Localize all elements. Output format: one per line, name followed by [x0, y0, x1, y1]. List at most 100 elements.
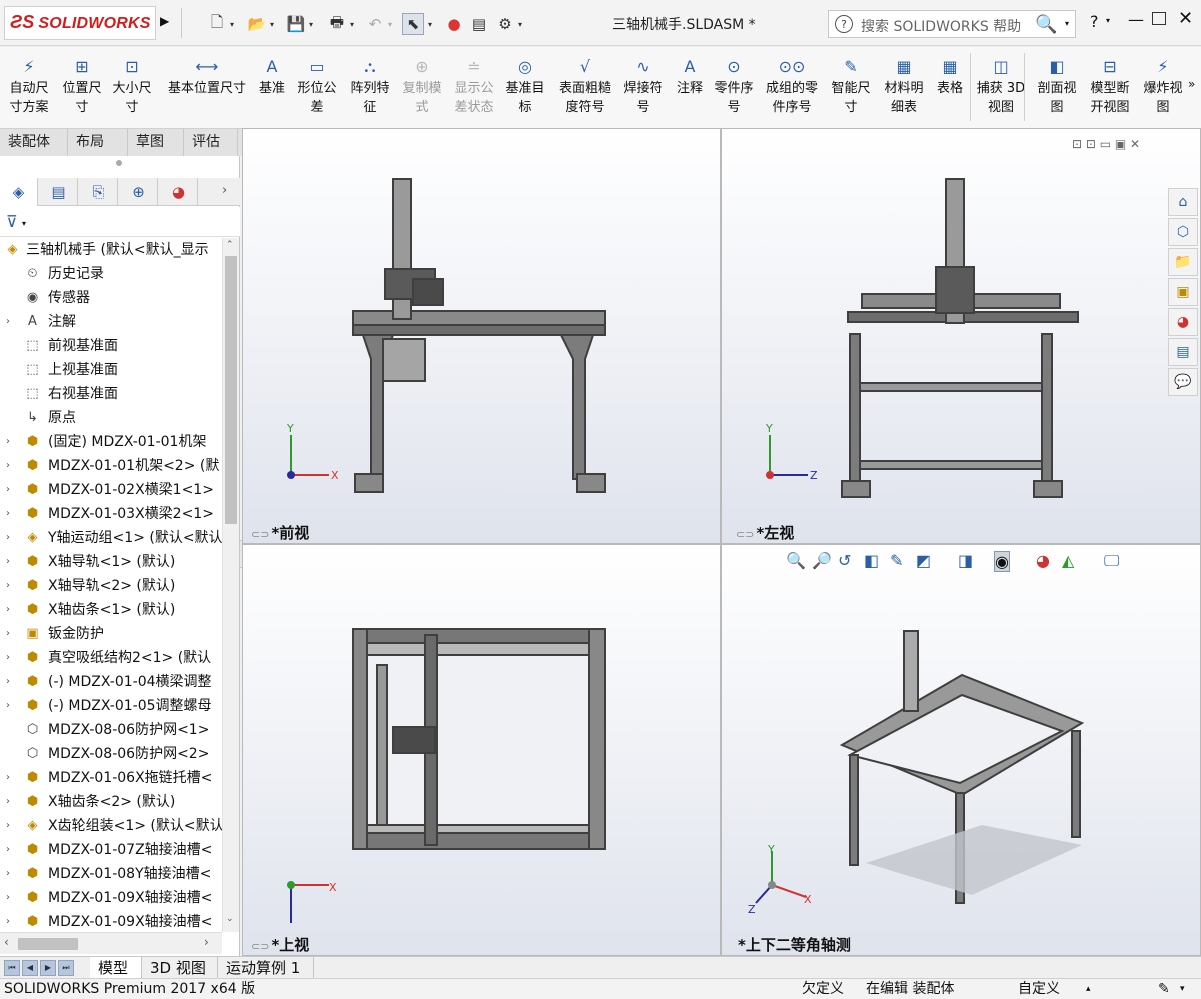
close-icon[interactable]: ✕: [1178, 8, 1193, 29]
expand-chevron-icon[interactable]: ›: [6, 790, 10, 814]
property-manager-tab-icon[interactable]: ▤: [40, 178, 78, 206]
tool-location-dimension[interactable]: ⊞ 位置尺寸: [58, 55, 106, 117]
search-box[interactable]: ? 搜索 SOLIDWORKS 帮助 🔍 ▾: [828, 10, 1076, 38]
tool-balloon[interactable]: ⊙ 零件序号: [710, 55, 758, 117]
search-dropdown-icon[interactable]: ▾: [1065, 19, 1069, 28]
menu-expand-icon[interactable]: ▶: [160, 14, 169, 28]
design-library-icon[interactable]: ⬡: [1168, 218, 1198, 246]
expand-chevron-icon[interactable]: ›: [6, 814, 10, 838]
units-dropdown-icon[interactable]: ▴: [1086, 979, 1091, 999]
save-icon[interactable]: 💾: [285, 13, 307, 35]
forum-icon[interactable]: 💬: [1168, 368, 1198, 396]
viewport-front[interactable]: Y X ⊂⊃ *前视: [242, 128, 721, 544]
expand-chevron-icon[interactable]: ›: [6, 694, 10, 718]
new-dropdown-icon[interactable]: ▾: [230, 13, 238, 35]
expand-chevron-icon[interactable]: ›: [6, 526, 10, 550]
tool-basic-location-dimension[interactable]: ⟷ 基本位置尺寸: [162, 55, 252, 98]
tool-geometric-tolerance[interactable]: ▭ 形位公差: [292, 55, 342, 117]
tree-item[interactable]: › ⬢ X轴齿条<2> (默认): [0, 790, 222, 814]
expand-chevron-icon[interactable]: ›: [6, 502, 10, 526]
expand-chevron-icon[interactable]: ›: [6, 430, 10, 454]
custom-properties-icon[interactable]: ▤: [1168, 338, 1198, 366]
tree-item[interactable]: › ⬢ MDZX-01-06X拖链托槽<: [0, 766, 222, 790]
expand-chevron-icon[interactable]: ›: [6, 670, 10, 694]
tree-item[interactable]: › ⬢ MDZX-01-09X轴接油槽<: [0, 886, 222, 910]
tool-section-view[interactable]: ◧ 剖面视图: [1032, 55, 1082, 117]
expand-chevron-icon[interactable]: ›: [6, 646, 10, 670]
prev-tab-icon[interactable]: ◀: [22, 960, 38, 976]
open-folder-icon[interactable]: 📂: [246, 13, 268, 35]
solidworks-resources-home-icon[interactable]: ⌂: [1168, 188, 1198, 216]
expand-chevron-icon[interactable]: ›: [6, 550, 10, 574]
dimxpert-manager-tab-icon[interactable]: ⊕: [120, 178, 158, 206]
tree-item[interactable]: ↳ 原点: [0, 406, 222, 430]
tree-item[interactable]: › ⬢ (固定) MDZX-01-01机架: [0, 430, 222, 454]
expand-chevron-icon[interactable]: ›: [6, 886, 10, 910]
filter-dropdown-icon[interactable]: ▾: [22, 219, 26, 228]
tab-1[interactable]: 布局: [68, 129, 128, 156]
tree-item[interactable]: › ⬢ X轴导轨<1> (默认): [0, 550, 222, 574]
tree-item[interactable]: › ⬢ 真空吸纸结构2<1> (默认: [0, 646, 222, 670]
tool-pattern-feature[interactable]: ⛬ 阵列特征: [344, 55, 396, 117]
tool-surface-finish[interactable]: √ 表面粗糙 度符号: [554, 55, 616, 117]
status-menu-icon[interactable]: ▾: [1180, 979, 1185, 999]
tool-table[interactable]: ▦ 表格: [932, 55, 968, 98]
configuration-manager-tab-icon[interactable]: ⎘: [80, 178, 118, 206]
link-view-icon[interactable]: ⊂⊃: [251, 528, 269, 541]
expand-chevron-icon[interactable]: ›: [6, 910, 10, 932]
more-tools-icon[interactable]: »: [1188, 77, 1195, 91]
h-scroll-thumb[interactable]: [18, 938, 78, 950]
viewport-left[interactable]: ⊡ ⊡ ▭ ▣ ✕ Y Z ⊂⊃ *左视: [721, 128, 1201, 544]
tree-item[interactable]: › ◈ Y轴运动组<1> (默认<默认: [0, 526, 222, 550]
panel-grip[interactable]: [116, 160, 122, 166]
tool-smart-dimension[interactable]: ✎ 智能尺寸: [826, 55, 876, 117]
tool-note[interactable]: A 注释: [672, 55, 708, 98]
expand-chevron-icon[interactable]: ›: [6, 838, 10, 862]
filter-icon[interactable]: ⊽: [6, 212, 18, 231]
tool-weld-symbol[interactable]: ∿ 焊接符号: [618, 55, 668, 117]
expand-chevron-icon[interactable]: ›: [6, 598, 10, 622]
scroll-down-icon[interactable]: ⌄: [226, 914, 234, 924]
viewport-top[interactable]: X ⊂⊃ *上视: [242, 544, 721, 956]
bottom-tab[interactable]: 模型: [90, 957, 142, 979]
status-units[interactable]: 自定义: [1018, 979, 1060, 999]
tool-auto-dimension[interactable]: ⚡ 自动尺 寸方案: [4, 55, 54, 117]
tool-bom[interactable]: ▦ 材料明 细表: [880, 55, 928, 117]
file-properties-icon[interactable]: ▤: [468, 13, 490, 35]
select-dropdown-icon[interactable]: ▾: [428, 13, 436, 35]
viewport-iso[interactable]: 🔍 🔎 ↺ ◧ ✎ ◩ ◨ ◉ ◕ ◭ 🖵 Y X Z *上下二等角轴测: [721, 544, 1201, 956]
display-manager-tab-icon[interactable]: ◕: [160, 178, 198, 206]
tree-item[interactable]: › ▣ 钣金防护: [0, 622, 222, 646]
tool-show-tolerance-status[interactable]: ≐ 显示公 差状态: [450, 55, 498, 117]
more-tabs-chevron-icon[interactable]: ›: [222, 183, 227, 198]
scroll-left-icon[interactable]: ‹: [4, 935, 9, 949]
tree-item[interactable]: ⬚ 右视基准面: [0, 382, 222, 406]
tree-item[interactable]: › ⬢ MDZX-01-09X轴接油槽<: [0, 910, 222, 932]
next-tab-icon[interactable]: ▶: [40, 960, 56, 976]
help-button[interactable]: ?: [1090, 12, 1099, 31]
tab-2[interactable]: 草图: [128, 129, 184, 156]
feature-manager-tab-icon[interactable]: ◈: [0, 178, 38, 206]
help-dropdown-icon[interactable]: ▾: [1106, 16, 1110, 25]
save-dropdown-icon[interactable]: ▾: [309, 13, 317, 35]
expand-chevron-icon[interactable]: ›: [6, 574, 10, 598]
tool-copy-scheme[interactable]: ⊕ 复制模式: [398, 55, 446, 117]
maximize-icon[interactable]: [1152, 12, 1166, 25]
tree-item[interactable]: › ⬢ X轴齿条<1> (默认): [0, 598, 222, 622]
bottom-tab[interactable]: 运动算例 1: [218, 957, 314, 979]
appearances-icon[interactable]: ◕: [1168, 308, 1198, 336]
tree-item[interactable]: › ⬢ MDZX-01-03X横梁2<1>: [0, 502, 222, 526]
scroll-right-icon[interactable]: ›: [204, 935, 209, 949]
tree-item[interactable]: ⏲ 历史记录: [0, 262, 222, 286]
tree-horizontal-scrollbar[interactable]: ‹ ›: [0, 932, 222, 954]
options-dropdown-icon[interactable]: ▾: [518, 13, 526, 35]
undo-icon[interactable]: ↶: [364, 13, 386, 35]
tree-vertical-scrollbar[interactable]: ⌃ ⌄: [222, 238, 239, 932]
scroll-thumb[interactable]: [225, 256, 237, 524]
link-view-icon[interactable]: ⊂⊃: [251, 940, 269, 953]
first-tab-icon[interactable]: ⏮: [4, 960, 20, 976]
tree-item[interactable]: › A 注解: [0, 310, 222, 334]
tree-item[interactable]: › ◈ X齿轮组装<1> (默认<默认: [0, 814, 222, 838]
tree-item[interactable]: ◉ 传感器: [0, 286, 222, 310]
tool-model-break-view[interactable]: ⊟ 模型断 开视图: [1084, 55, 1136, 117]
